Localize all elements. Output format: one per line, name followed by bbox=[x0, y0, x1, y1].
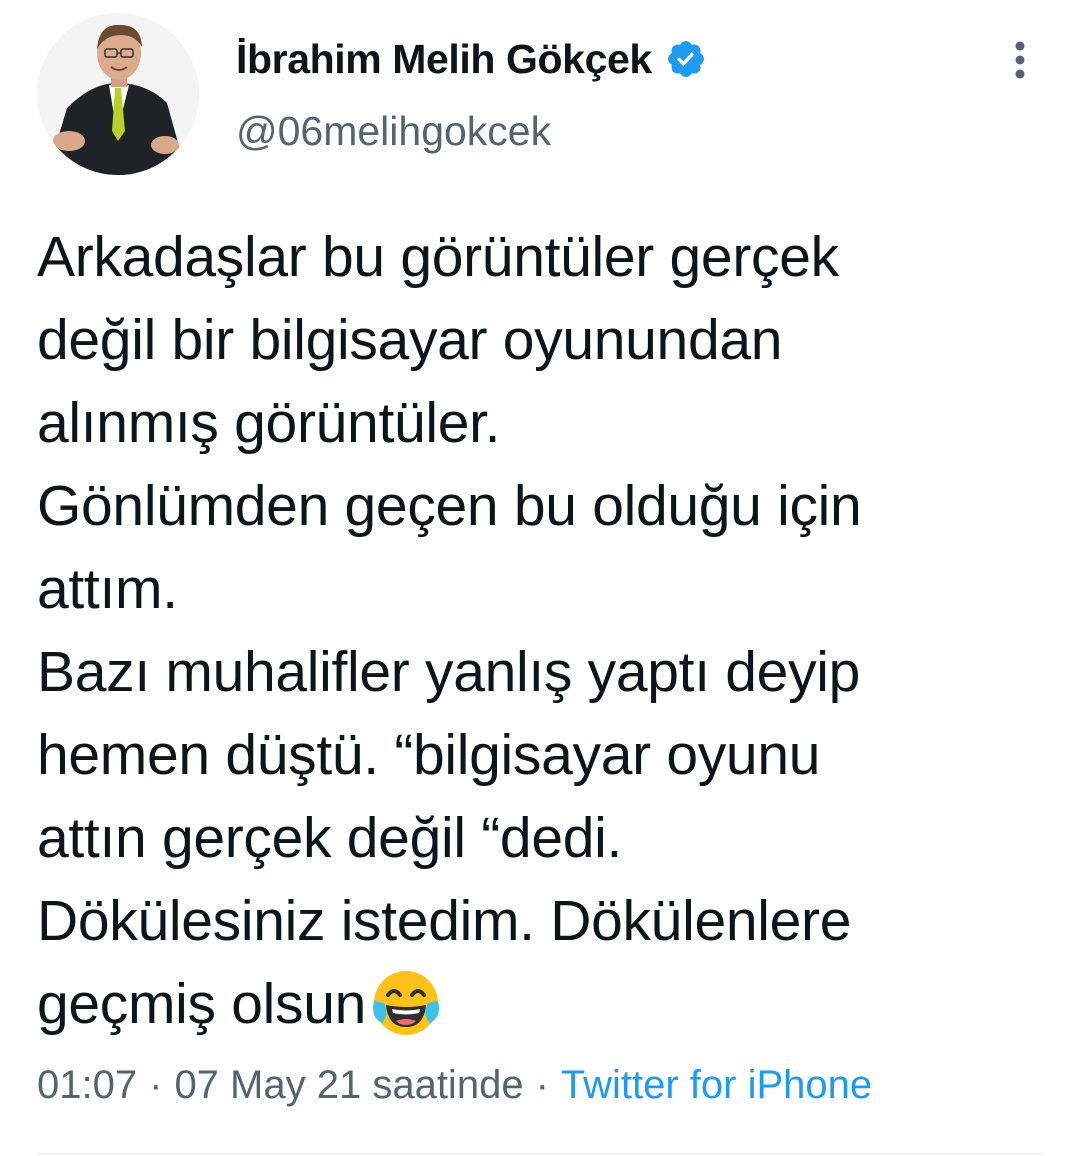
tweet-line: Arkadaşlar bu görüntüler gerçek bbox=[37, 225, 839, 289]
divider bbox=[37, 1153, 1044, 1155]
tweet-text: Arkadaşlar bu görüntüler gerçek değil bi… bbox=[37, 216, 1052, 1046]
tweet-time[interactable]: 01:07 bbox=[37, 1063, 137, 1107]
tweet-line: Dökülesiniz istedim. Dökülenlere bbox=[37, 889, 852, 953]
meta-separator: · bbox=[149, 1063, 163, 1107]
verified-badge-icon bbox=[667, 41, 704, 77]
tweet-line: değil bir bilgisayar oyunundan bbox=[37, 308, 783, 372]
author-name-row[interactable]: İbrahim Melih Gökçek bbox=[236, 34, 707, 84]
avatar[interactable] bbox=[37, 13, 199, 175]
meta-separator: · bbox=[535, 1063, 549, 1107]
tweet-date[interactable]: 07 May 21 saatinde bbox=[174, 1063, 523, 1107]
more-vertical-icon[interactable] bbox=[1000, 38, 1040, 82]
tweet-line: attın gerçek değil “dedi. bbox=[37, 806, 623, 870]
tweet-line-last: geçmiş olsun bbox=[37, 963, 1052, 1046]
tweet-line: Gönlümden geçen bu olduğu için bbox=[37, 474, 862, 538]
author-display-name[interactable]: İbrahim Melih Gökçek bbox=[236, 36, 652, 83]
tweet-card: İbrahim Melih Gökçek @06melihgokcek Arka… bbox=[0, 0, 1080, 1156]
tweet-source-link[interactable]: Twitter for iPhone bbox=[561, 1063, 872, 1107]
face-with-tears-of-joy-icon bbox=[373, 971, 440, 1035]
tweet-line: attım. bbox=[37, 557, 178, 621]
tweet-meta: 01:07 · 07 May 21 saatinde · Twitter for iPh… bbox=[37, 1063, 872, 1108]
tweet-line: hemen düştü. “bilgisayar oyunu bbox=[37, 723, 821, 787]
tweet-line-text: geçmiş olsun bbox=[37, 972, 367, 1036]
author-handle[interactable]: @06melihgokcek bbox=[236, 108, 551, 155]
tweet-line: Bazı muhalifler yanlış yaptı deyip bbox=[37, 640, 861, 704]
tweet-line: alınmış görüntüler. bbox=[37, 391, 501, 455]
